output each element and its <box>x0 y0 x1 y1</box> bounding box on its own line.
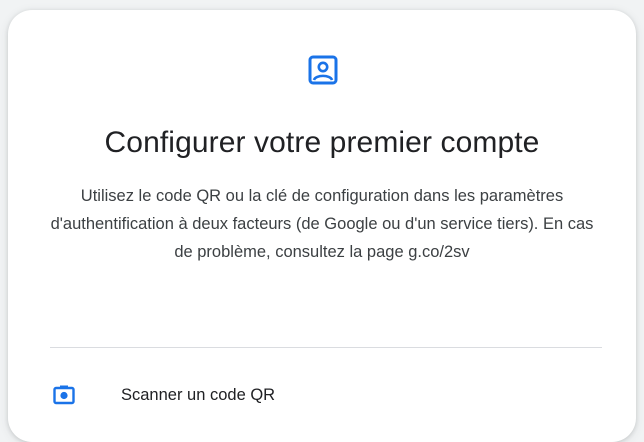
dialog-title: Configurer votre premier compte <box>104 126 540 159</box>
camera-icon <box>53 385 75 405</box>
dialog-description: Utilisez le code QR ou la clé de configu… <box>50 187 594 261</box>
scan-qr-code-label: Scanner un code QR <box>121 385 276 404</box>
account-box-icon <box>308 55 338 85</box>
scan-qr-code-button[interactable]: Scanner un code QR <box>40 372 540 418</box>
divider <box>50 347 602 348</box>
